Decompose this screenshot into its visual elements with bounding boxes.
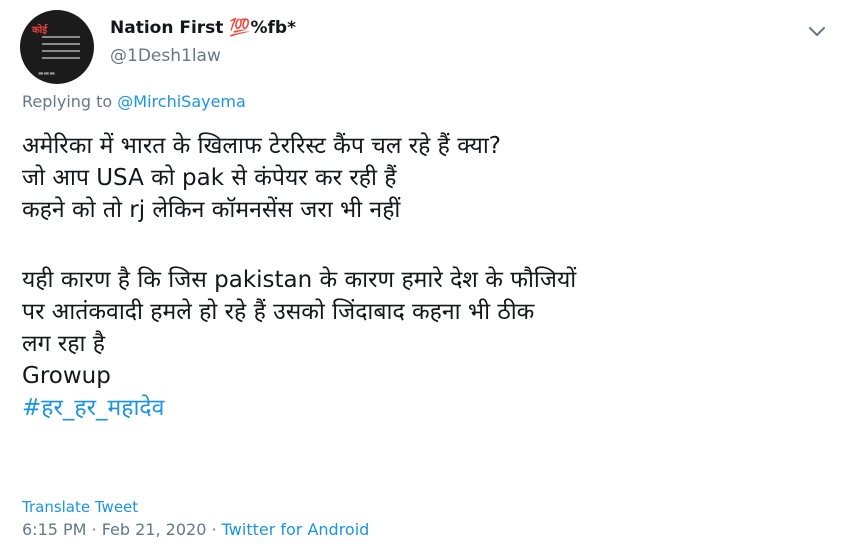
replying-to: Replying to @MirchiSayema	[22, 92, 246, 111]
author-name[interactable]: Nation First 💯%fb*	[110, 18, 296, 38]
tweet-line: कहने को तो rj लेकिन कॉमनसेंस जरा भी नहीं	[22, 197, 401, 223]
hashtag-link[interactable]: #हर_हर_महादेव	[22, 392, 832, 424]
chevron-down-icon[interactable]	[804, 18, 830, 44]
tweet-source-link[interactable]: Twitter for Android	[222, 520, 370, 539]
avatar[interactable]: कोई ▬▬▬	[20, 10, 94, 84]
author-handle[interactable]: @1Desh1law	[110, 46, 221, 66]
tweet-line: यही कारण है कि जिस pakistan के कारण हमार…	[22, 267, 577, 293]
tweet-timestamp[interactable]: 6:15 PM · Feb 21, 2020 ·	[22, 520, 222, 539]
tweet-text: अमेरिका में भारत के खिलाफ टेररिस्ट कैंप …	[22, 130, 832, 424]
tweet-meta: 6:15 PM · Feb 21, 2020 · Twitter for And…	[22, 520, 369, 539]
tweet-line: अमेरिका में भारत के खिलाफ टेररिस्ट कैंप …	[22, 133, 502, 159]
tweet-line: जो आप USA को pak से कंपेयर कर रही हैं	[22, 165, 397, 191]
replying-to-label: Replying to	[22, 92, 118, 111]
reply-mention-link[interactable]: @MirchiSayema	[117, 92, 246, 111]
avatar-text-lines	[42, 36, 80, 64]
avatar-mark-icon: कोई	[32, 25, 48, 36]
translate-tweet-link[interactable]: Translate Tweet	[22, 498, 138, 516]
tweet-line: लग रहा है	[22, 331, 105, 357]
tweet-line: Growup	[22, 363, 111, 389]
tweet: कोई ▬▬▬ Nation First 💯%fb* @1Desh1law Re…	[0, 0, 850, 550]
avatar-caption-icon: ▬▬▬	[38, 70, 56, 77]
tweet-line: पर आतंकवादी हमले हो रहे हैं उसको जिंदाबा…	[22, 299, 535, 325]
